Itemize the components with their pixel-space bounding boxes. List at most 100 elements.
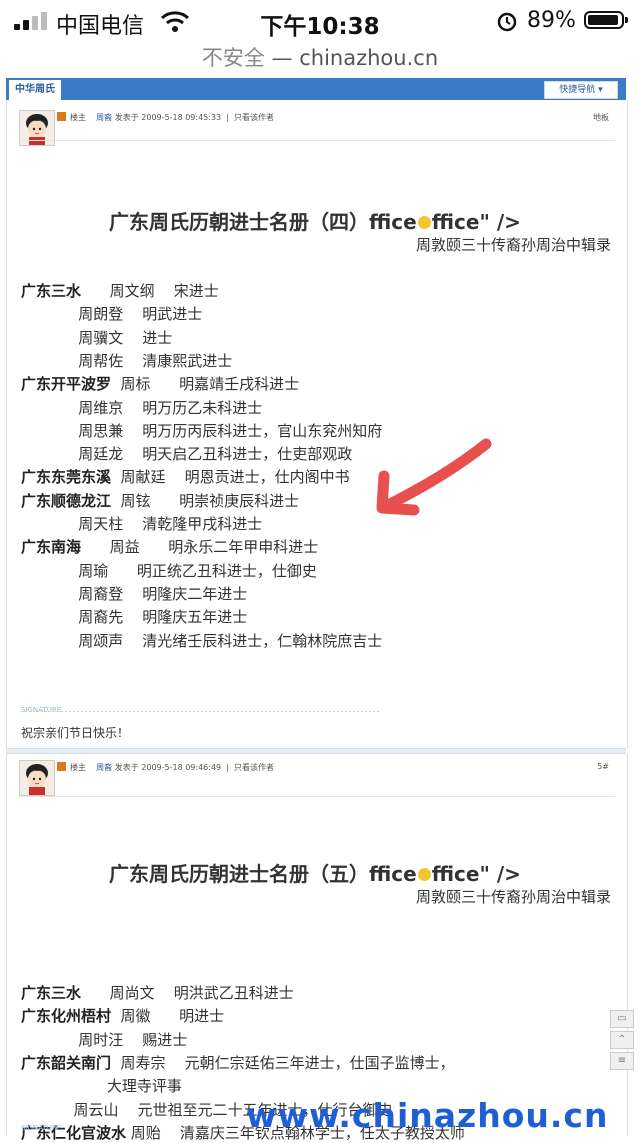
post-time: 发表于 2009-5-18 09:46:49 — [114, 763, 222, 772]
entry-text: 周骥文 进士 — [21, 328, 173, 347]
only-author-link[interactable]: 只看该作者 — [234, 113, 274, 122]
entry-text: 周颂声 清光绪壬辰科进士，仁翰林院庶吉士 — [21, 631, 383, 650]
entry-text: 周瑜 明正统乙丑科进士，仕御史 — [21, 561, 317, 580]
entry-text: 周帮佐 清康熙武进士 — [21, 351, 233, 370]
rank-icon — [57, 762, 66, 771]
entry-text: 周思兼 明万历丙辰科进士，官山东兖州知府 — [21, 421, 383, 440]
quick-nav-button[interactable]: 快捷导航 ▾ — [544, 81, 618, 99]
avatar[interactable] — [19, 760, 55, 796]
battery-icon — [584, 11, 628, 29]
body-line: 广东顺德龙江 周铉 明崇祯庚辰科进士 — [21, 490, 299, 511]
list-icon[interactable]: ≡ — [610, 1052, 634, 1070]
only-author-link[interactable]: 只看该作者 — [234, 763, 274, 772]
post-byline: 周敦颐三十传裔孙周治中辑录 — [415, 888, 611, 906]
signature-label: SIGNATURE — [21, 1124, 62, 1132]
floor-number[interactable]: 地板 — [593, 112, 609, 123]
place-name: 广东顺德龙江 — [21, 491, 112, 510]
body-line: 广东开平波罗 周标 明嘉靖壬戌科进士 — [21, 373, 299, 394]
entry-text: 周益 明永乐二年甲申科进士 — [81, 538, 319, 557]
body-line: 周思兼 明万历丙辰科进士，官山东兖州知府 — [21, 420, 382, 441]
forum-header: 中华周氏 快捷导航 ▾ — [6, 78, 626, 100]
body-line: 周朗登 明武进士 — [21, 303, 202, 324]
body-line: 周时汪 赐进士 — [21, 1029, 187, 1050]
body-line: 广东三水 周尚文 明洪武乙丑科进士 — [21, 982, 294, 1003]
entry-text: 周天柱 清乾隆甲戌科进士 — [21, 515, 263, 533]
body-line: 周瑜 明正统乙丑科进士，仕御史 — [21, 560, 317, 581]
post-byline: 周敦颐三十传裔孙周治中辑录 — [415, 236, 611, 254]
entry-text: 周廷龙 明天启乙丑科进士，仕吏部观政 — [21, 445, 353, 464]
page-content: 中华周氏 快捷导航 ▾ 楼主 周裔 发表于 2009-5-18 09:45:33… — [0, 78, 640, 1142]
body-line: 周维京 明万历乙未科进士 — [21, 397, 262, 418]
entry-text: 周维京 明万历乙未科进士 — [21, 398, 263, 417]
signature-divider — [21, 711, 381, 712]
body-line: 周裔先 明隆庆五年进士 — [21, 606, 247, 627]
body-line: 广东三水 周文纲 宋进士 — [21, 280, 219, 301]
place-name: 广东三水 — [21, 282, 82, 300]
post-title: 广东周氏历朝进士名册（五）ffice ffice" /> — [109, 858, 521, 887]
divider — [19, 796, 615, 797]
url-domain: chinazhou.cn — [299, 46, 439, 70]
post-title-tail: ffice" /> — [431, 862, 521, 886]
back-to-top-icon[interactable]: ⌃ — [610, 1031, 634, 1049]
body-line: 周裔登 明隆庆二年进士 — [21, 583, 247, 604]
post-title-text: 广东周氏历朝进士名册（五）ffice — [109, 862, 417, 886]
post-role: 楼主 — [70, 763, 86, 772]
body-line: 广东东莞东溪 周献廷 明恩贡进士，仕内阁中书 — [21, 466, 350, 487]
place-name: 广东三水 — [21, 984, 82, 1002]
post-title-tail: ffice" /> — [431, 210, 521, 234]
signature-label: SIGNATURE — [21, 706, 62, 714]
entry-text: 周朗登 明武进士 — [21, 305, 203, 324]
place-name: 广东开平波罗 — [21, 375, 112, 394]
battery-percent: 89% — [527, 8, 576, 33]
comment-icon[interactable]: ▭ — [610, 1010, 634, 1028]
tab-forum-home[interactable]: 中华周氏 — [9, 80, 61, 100]
entry-text: 周寿宗 元朝仁宗廷佑三年进士，仕国子监博士， — [111, 1053, 455, 1072]
post-4: 楼主 周裔 发表于 2009-5-18 09:45:33 | 只看该作者 地板 … — [6, 100, 628, 763]
divider — [19, 140, 615, 141]
entry-text: 周徽 明进士 — [111, 1007, 225, 1026]
insecure-label: 不安全 — [201, 46, 265, 70]
entry-text: 周时汪 赐进士 — [21, 1030, 188, 1049]
status-bar: 中国电信 下午10:38 89% — [0, 0, 640, 42]
floor-number[interactable]: 5# — [597, 762, 609, 771]
address-bar[interactable]: 不安全 — chinazhou.cn — [0, 42, 640, 78]
post-role: 楼主 — [70, 113, 86, 122]
entry-text: 大理寺评事 — [21, 1077, 182, 1096]
place-name: 广东韶关南门 — [21, 1053, 112, 1072]
floating-toolbar: ▭ ⌃ ≡ — [610, 1010, 634, 1073]
place-name: 广东东莞东溪 — [21, 468, 112, 487]
smiley-icon — [417, 216, 431, 229]
body-line: 周骥文 进士 — [21, 327, 172, 348]
place-name: 广东南海 — [21, 538, 82, 557]
body-line: 周天柱 清乾隆甲戌科进士 — [21, 513, 262, 534]
entry-text: 周裔登 明隆庆二年进士 — [21, 584, 248, 603]
rank-icon — [57, 112, 66, 121]
url-separator: — — [264, 46, 300, 70]
entry-text: 周铉 明崇祯庚辰科进士 — [111, 491, 300, 510]
signature-text: 祝宗亲们节日快乐！ — [21, 726, 130, 740]
entry-text: 周尚文 明洪武乙丑科进士 — [81, 984, 294, 1002]
smiley-icon — [417, 868, 431, 881]
quick-nav-label: 快捷导航 — [559, 85, 596, 95]
entry-text: 周文纲 宋进士 — [81, 282, 219, 300]
entry-text: 周标 明嘉靖壬戌科进士 — [111, 375, 300, 394]
body-line: 周廷龙 明天启乙丑科进士，仕吏部观政 — [21, 443, 352, 464]
body-line: 广东韶关南门 周寿宗 元朝仁宗廷佑三年进士，仕国子监博士， — [21, 1052, 455, 1073]
alarm-clock-icon — [497, 12, 517, 32]
post-meta: 楼主 周裔 发表于 2009-5-18 09:45:33 | 只看该作者 — [57, 112, 274, 123]
body-line: 广东化州梧村 周徽 明进士 — [21, 1005, 224, 1026]
body-line: 广东南海 周益 明永乐二年甲申科进士 — [21, 536, 318, 557]
body-line: 大理寺评事 — [21, 1075, 182, 1096]
post-meta: 楼主 周裔 发表于 2009-5-18 09:46:49 | 只看该作者 — [57, 762, 274, 773]
body-line: 周帮佐 清康熙武进士 — [21, 350, 232, 371]
post-time: 发表于 2009-5-18 09:45:33 — [114, 113, 222, 122]
post-title-text: 广东周氏历朝进士名册（四）ffice — [109, 210, 417, 234]
red-arrow-annotation — [376, 438, 492, 516]
author-link[interactable]: 周裔 — [96, 763, 112, 772]
author-link[interactable]: 周裔 — [96, 113, 112, 122]
post-title: 广东周氏历朝进士名册（四）ffice ffice" /> — [109, 206, 521, 235]
place-name: 广东化州梧村 — [21, 1007, 112, 1026]
post-5: 楼主 周裔 发表于 2009-5-18 09:46:49 | 只看该作者 5# … — [6, 754, 628, 1142]
body-line: 周颂声 清光绪壬辰科进士，仁翰林院庶吉士 — [21, 630, 382, 651]
entry-text: 周献廷 明恩贡进士，仕内阁中书 — [111, 468, 350, 487]
